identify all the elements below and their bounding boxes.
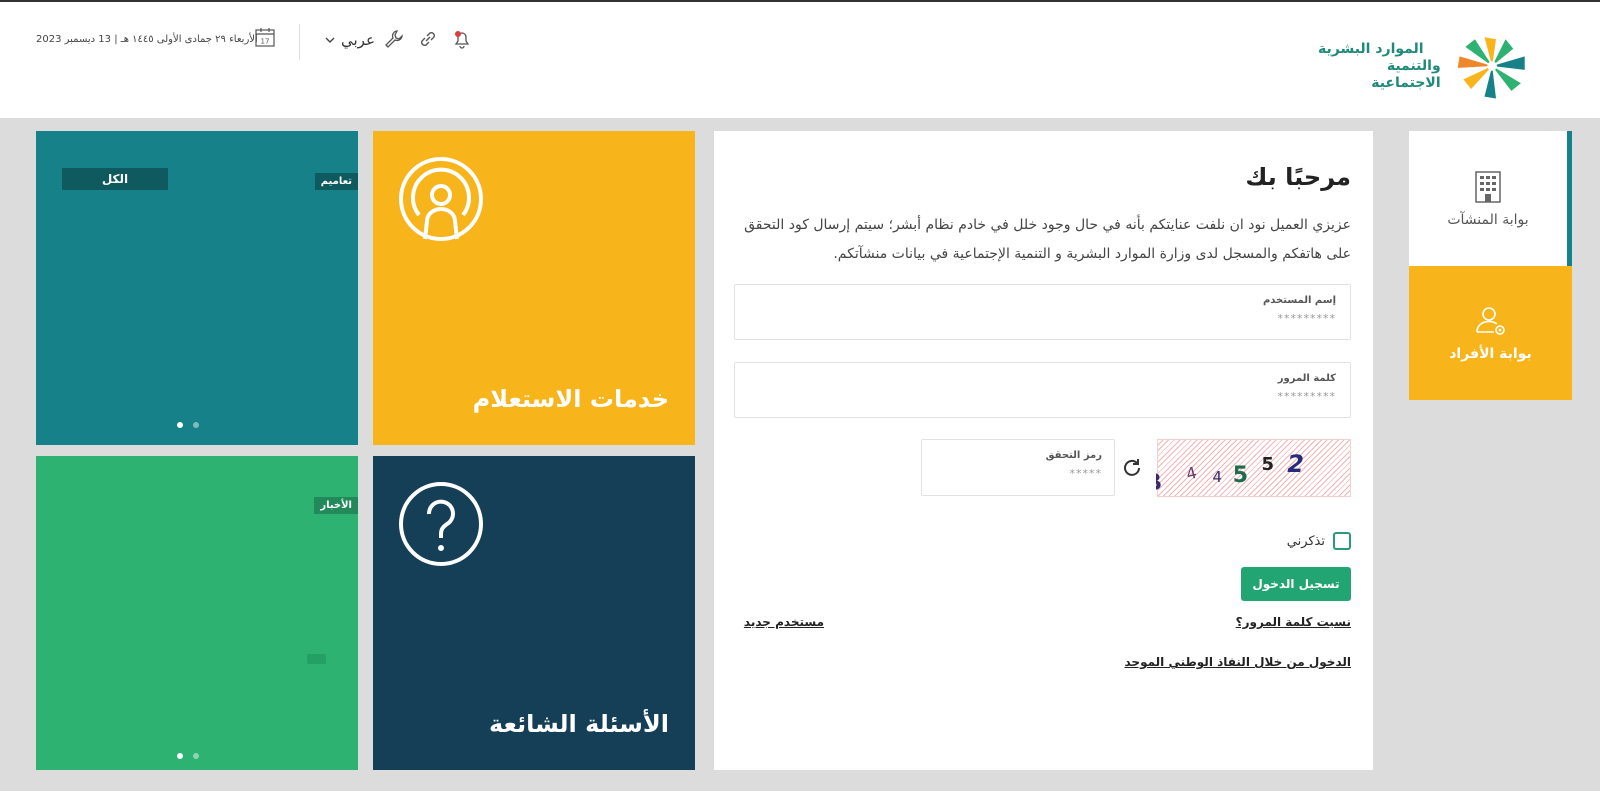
captcha-char: 3 xyxy=(1156,470,1164,496)
calendar-icon: 17 xyxy=(255,28,275,47)
captcha-char: 4 xyxy=(1184,463,1199,484)
individuals-portal-tab[interactable]: بوابة الأفراد xyxy=(1409,266,1572,400)
carousel-dot[interactable] xyxy=(193,753,199,759)
new-user-link[interactable]: مستخدم جديد xyxy=(744,615,824,629)
calendar-day: 17 xyxy=(261,38,270,46)
inquiry-services-title: خدمات الاستعلام xyxy=(472,385,669,413)
carousel-dot[interactable] xyxy=(193,422,199,428)
ministry-name-line1: الموارد البشرية xyxy=(1318,40,1424,57)
view-all-button[interactable]: الكل xyxy=(62,168,168,190)
question-mark-icon xyxy=(399,482,483,566)
header-divider xyxy=(299,24,300,60)
individuals-portal-label: بوابة الأفراد xyxy=(1449,346,1532,362)
captcha-char: 4 xyxy=(1212,468,1222,486)
captcha-characters: 3 4 4 5 5 2 xyxy=(1146,450,1304,496)
captcha-char: 5 xyxy=(1233,463,1248,488)
circulars-tag[interactable]: تعاميم xyxy=(314,173,358,190)
ministry-name-line2: والتنمية الاجتماعية xyxy=(1371,57,1441,91)
password-field[interactable]: كلمة المرور xyxy=(734,362,1351,418)
link-icon[interactable] xyxy=(417,28,439,50)
password-label: كلمة المرور xyxy=(1277,373,1336,384)
refresh-captcha-icon[interactable] xyxy=(1121,457,1143,479)
news-tag[interactable]: الأخبار xyxy=(314,497,358,514)
captcha-label: رمز التحقق xyxy=(1045,450,1102,461)
ministry-logo-icon xyxy=(1457,37,1525,99)
language-selector[interactable]: عربي xyxy=(325,30,375,50)
carousel-dot[interactable] xyxy=(177,422,183,428)
establishments-portal-label: بوابة المنشآت xyxy=(1447,211,1529,228)
circulars-tile: الكل تعاميم xyxy=(36,131,358,445)
broadcast-user-icon xyxy=(399,157,483,241)
login-notice: عزيزي العميل نود ان نلفت عنايتكم بأنه في… xyxy=(744,217,1351,262)
building-icon xyxy=(1475,170,1501,203)
nafath-login-link[interactable]: الدخول من خلال النفاذ الوطني الموحد xyxy=(1125,655,1352,669)
inquiry-services-tile[interactable]: خدمات الاستعلام xyxy=(373,131,695,445)
username-label: إسم المستخدم xyxy=(1262,295,1336,306)
username-input[interactable] xyxy=(749,312,1336,325)
circulars-carousel-dots xyxy=(177,422,199,428)
faq-title: الأسئلة الشائعة xyxy=(489,710,669,738)
password-input[interactable] xyxy=(749,390,1336,403)
carousel-dot[interactable] xyxy=(177,753,183,759)
language-label: عربي xyxy=(341,31,375,49)
captcha-input[interactable] xyxy=(934,467,1102,480)
establishments-portal-tab[interactable]: بوابة المنشآت xyxy=(1409,131,1572,266)
user-settings-icon xyxy=(1475,307,1505,335)
ministry-logo[interactable]: الموارد البشرية والتنمية الاجتماعية xyxy=(1318,30,1533,102)
remember-me-checkbox[interactable] xyxy=(1333,532,1351,550)
login-panel: مرحبًا بك عزيزي العميل نود ان نلفت عنايت… xyxy=(714,131,1373,770)
captcha-char: 2 xyxy=(1287,450,1304,478)
captcha-char: 5 xyxy=(1261,454,1274,475)
site-header: الموارد البشرية والتنمية الاجتماعية الأر… xyxy=(0,2,1600,118)
ministry-name: الموارد البشرية والتنمية الاجتماعية xyxy=(1318,41,1441,92)
wrench-icon[interactable] xyxy=(383,28,405,50)
faq-tile[interactable]: الأسئلة الشائعة xyxy=(373,456,695,770)
news-tile: الأخبار xyxy=(36,456,358,770)
remember-me-label: تذكرني xyxy=(1286,533,1325,549)
login-button[interactable]: تسجيل الدخول xyxy=(1241,567,1351,601)
news-placeholder-block xyxy=(307,654,326,664)
notification-bell-icon[interactable] xyxy=(451,28,473,50)
captcha-field[interactable]: رمز التحقق xyxy=(921,439,1115,496)
login-title: مرحبًا بك xyxy=(1245,163,1351,191)
current-date: الأربعاء ٢٩ جمادى الأولى ١٤٤٥ هـ | 13 دي… xyxy=(36,34,258,45)
captcha-image: 3 4 4 5 5 2 xyxy=(1146,439,1351,497)
chevron-down-icon xyxy=(325,37,335,43)
username-field[interactable]: إسم المستخدم xyxy=(734,284,1351,340)
news-carousel-dots xyxy=(177,753,199,759)
forgot-password-link[interactable]: نسيت كلمة المرور؟ xyxy=(1236,615,1351,629)
remember-me[interactable]: تذكرني xyxy=(1287,532,1351,550)
